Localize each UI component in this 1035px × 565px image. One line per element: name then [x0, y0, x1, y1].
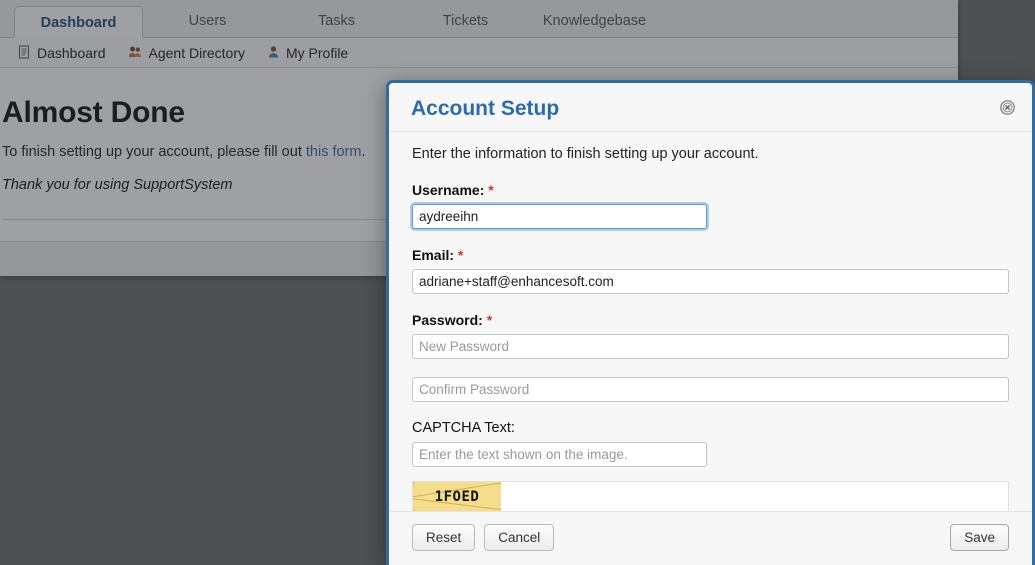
dialog-header: Account Setup	[389, 83, 1032, 132]
password-label: Password: *	[412, 312, 1009, 328]
email-input[interactable]	[412, 269, 1009, 294]
confirm-password-input[interactable]	[412, 377, 1009, 402]
dialog-footer: Reset Cancel Save	[389, 511, 1032, 565]
cancel-button[interactable]: Cancel	[484, 524, 555, 551]
captcha-image[interactable]: 1FOED	[413, 482, 501, 511]
close-circle-icon[interactable]	[999, 99, 1016, 116]
captcha-input[interactable]	[412, 442, 707, 467]
username-input[interactable]	[412, 204, 707, 229]
new-password-input[interactable]	[412, 334, 1009, 359]
captcha-image-text: 1FOED	[434, 489, 480, 505]
save-button[interactable]: Save	[950, 524, 1009, 551]
dialog-body: Enter the information to finish setting …	[389, 132, 1032, 511]
email-label: Email: *	[412, 247, 1009, 263]
captcha-label: CAPTCHA Text:	[412, 420, 515, 436]
account-setup-dialog: Account Setup Enter the information to f…	[386, 80, 1035, 565]
dialog-title: Account Setup	[411, 97, 560, 120]
captcha-image-container: 1FOED	[412, 481, 1009, 511]
username-label-text: Username:	[412, 182, 485, 198]
username-required-marker: *	[488, 182, 494, 198]
email-required-marker: *	[457, 247, 464, 263]
dialog-intro-text: Enter the information to finish setting …	[412, 146, 759, 162]
password-label-text: Password:	[412, 312, 483, 328]
reset-button[interactable]: Reset	[412, 524, 476, 551]
username-label: Username: *	[412, 182, 1009, 198]
email-label-text: Email:	[412, 247, 455, 263]
password-required-marker: *	[486, 312, 493, 328]
